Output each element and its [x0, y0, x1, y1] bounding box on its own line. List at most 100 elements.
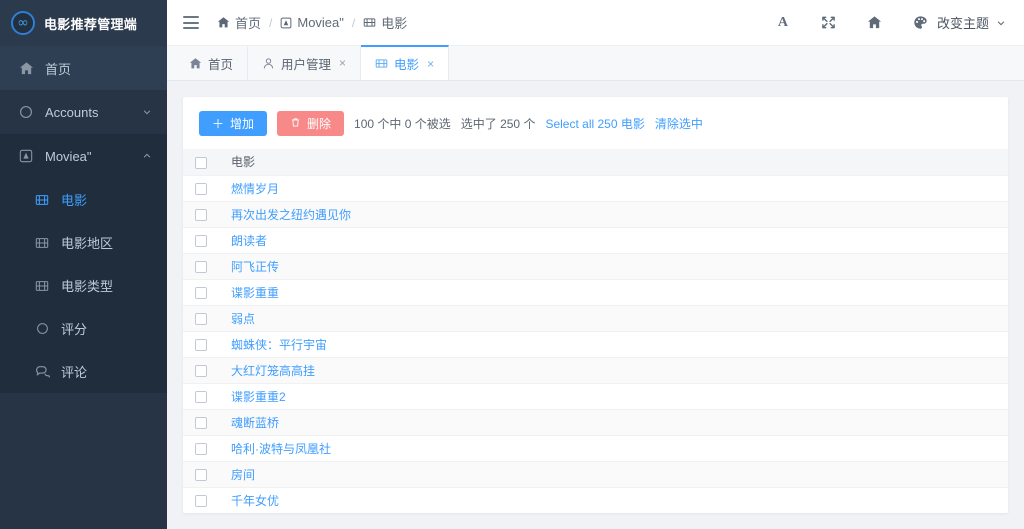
sidebar-item-ratings[interactable]: 评分 [0, 307, 167, 350]
circle-icon [18, 104, 34, 120]
sidebar-item-movieapp[interactable]: Moviea" [0, 134, 167, 178]
palette-icon [912, 14, 930, 32]
row-checkbox[interactable] [195, 208, 207, 221]
close-icon[interactable]: × [339, 56, 346, 70]
tab-movies[interactable]: 电影 × [361, 45, 450, 80]
movie-link[interactable]: 谍影重重 [219, 279, 1008, 306]
sidebar-item-movie-types[interactable]: 电影类型 [0, 264, 167, 307]
font-size-icon[interactable]: A [774, 14, 792, 32]
movie-link[interactable]: 再次出发之纽约遇见你 [219, 201, 1008, 228]
select-all-link[interactable]: Select all 250 电影 [545, 115, 644, 132]
row-checkbox-cell [183, 279, 219, 306]
home-icon[interactable] [866, 14, 884, 32]
app-title: 电影推荐管理端 [44, 16, 138, 32]
add-button[interactable]: ＋ 增加 [199, 111, 268, 136]
breadcrumb-label: 电影 [381, 16, 408, 31]
movie-link[interactable]: 阿飞正传 [219, 253, 1008, 280]
row-checkbox[interactable] [195, 312, 207, 325]
home-icon [189, 57, 202, 70]
movie-link[interactable]: 蜘蛛侠：平行宇宙 [219, 331, 1008, 358]
content-area: ＋ 增加 删除 100 个中 0 个被选 选中了 250 个 Select al… [167, 81, 1024, 529]
movie-link[interactable]: 魂断蓝桥 [219, 409, 1008, 436]
movie-link[interactable]: 哈利·波特与凤凰社 [219, 435, 1008, 462]
movie-link[interactable]: 大红灯笼高高挂 [219, 357, 1008, 384]
table-head: 电影 [183, 149, 1008, 176]
table-header-row: 电影 [183, 149, 1008, 176]
hamburger-icon[interactable] [183, 16, 199, 29]
sidebar-item-movie-regions[interactable]: 电影地区 [0, 221, 167, 264]
sidebar-item-movies[interactable]: 电影 [0, 178, 167, 221]
chevron-up-icon [141, 150, 153, 162]
breadcrumb-item-home[interactable]: 首页 [217, 13, 261, 32]
tab-label: 电影 [394, 58, 420, 72]
row-checkbox[interactable] [195, 338, 207, 351]
movie-link[interactable]: 谍影重重2 [219, 383, 1008, 410]
row-checkbox-cell [183, 253, 219, 280]
row-checkbox[interactable] [195, 364, 207, 377]
table-row[interactable]: 蜘蛛侠：平行宇宙 [183, 331, 1008, 358]
sidebar: ∞ 电影推荐管理端 首页 Accounts Moviea" 电影 电影地区 电影… [0, 0, 167, 529]
table-row[interactable]: 阿飞正传 [183, 253, 1008, 280]
row-checkbox[interactable] [195, 468, 207, 481]
movie-link[interactable]: 朗读者 [219, 227, 1008, 254]
fullscreen-icon[interactable] [820, 14, 838, 32]
sidebar-item-label: 评论 [61, 365, 88, 380]
close-icon[interactable]: × [427, 57, 434, 71]
circle-icon [34, 321, 50, 337]
table-row[interactable]: 谍影重重2 [183, 383, 1008, 410]
movie-link[interactable]: 房间 [219, 461, 1008, 488]
table-row[interactable]: 谍影重重 [183, 279, 1008, 306]
film-icon [375, 57, 388, 70]
row-checkbox-cell [183, 357, 219, 384]
movie-link[interactable]: 燃情岁月 [219, 175, 1008, 202]
sidebar-item-accounts[interactable]: Accounts [0, 90, 167, 134]
table-row[interactable]: 大红灯笼高高挂 [183, 357, 1008, 384]
row-checkbox-cell [183, 331, 219, 358]
movie-link[interactable]: 千年女优 [219, 487, 1008, 513]
app-icon [280, 17, 292, 29]
infinity-logo-icon: ∞ [11, 11, 35, 35]
table-row[interactable]: 哈利·波特与凤凰社 [183, 435, 1008, 462]
sidebar-item-label: 电影 [61, 193, 88, 208]
delete-button[interactable]: 删除 [277, 111, 345, 136]
table-row[interactable]: 弱点 [183, 305, 1008, 332]
chevron-down-icon [141, 106, 153, 118]
app-root: ∞ 电影推荐管理端 首页 Accounts Moviea" 电影 电影地区 电影… [0, 0, 1024, 529]
movie-link[interactable]: 弱点 [219, 305, 1008, 332]
tab-home[interactable]: 首页 [175, 46, 249, 80]
table-row[interactable]: 房间 [183, 461, 1008, 488]
row-checkbox[interactable] [195, 416, 207, 429]
selection-count: 100 个中 0 个被选 [354, 117, 451, 131]
table-row[interactable]: 朗读者 [183, 227, 1008, 254]
row-checkbox[interactable] [195, 234, 207, 247]
row-checkbox[interactable] [195, 390, 207, 403]
tab-user-management[interactable]: 用户管理 × [248, 46, 362, 80]
sidebar-item-comments[interactable]: 评论 [0, 350, 167, 393]
clear-selection-link[interactable]: 清除选中 [655, 115, 703, 132]
film-icon [34, 278, 50, 294]
tab-label: 用户管理 [281, 57, 332, 72]
delete-button-label: 删除 [307, 117, 332, 131]
row-checkbox[interactable] [195, 442, 207, 455]
row-checkbox[interactable] [195, 260, 207, 273]
select-all-checkbox[interactable] [195, 156, 207, 169]
table-row[interactable]: 燃情岁月 [183, 175, 1008, 202]
table-row[interactable]: 魂断蓝桥 [183, 409, 1008, 436]
table-row[interactable]: 千年女优 [183, 487, 1008, 513]
breadcrumb-separator: / [269, 15, 273, 30]
sidebar-item-label: 电影地区 [61, 236, 114, 251]
sidebar-logo-bar[interactable]: ∞ 电影推荐管理端 [0, 0, 167, 46]
select-all-checkbox-cell [183, 149, 219, 176]
theme-selector[interactable]: 改变主题 [912, 13, 1006, 32]
trash-icon [290, 117, 301, 130]
table-body: 燃情岁月 再次出发之纽约遇见你 朗读者 阿飞正传 谍影重重 弱点 蜘蛛侠：平行宇… [183, 175, 1008, 513]
row-checkbox-cell [183, 227, 219, 254]
sidebar-item-label: 首页 [45, 61, 72, 77]
breadcrumb-item-movieapp[interactable]: Moviea" [280, 15, 344, 30]
row-checkbox[interactable] [195, 494, 207, 507]
row-checkbox[interactable] [195, 182, 207, 195]
table-row[interactable]: 再次出发之纽约遇见你 [183, 201, 1008, 228]
row-checkbox[interactable] [195, 286, 207, 299]
sidebar-item-home[interactable]: 首页 [0, 46, 167, 90]
topbar: 首页 / Moviea" / 电影 A 改变主题 [167, 0, 1024, 46]
